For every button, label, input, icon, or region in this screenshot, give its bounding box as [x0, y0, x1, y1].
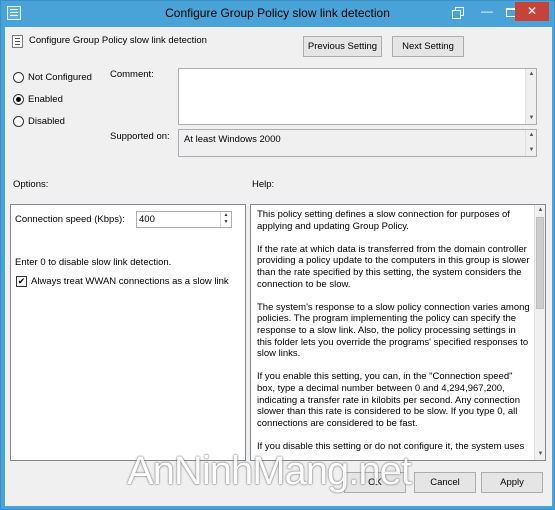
minimize-button[interactable]: — [477, 5, 497, 21]
wwan-checkbox[interactable]: ✔ [16, 276, 27, 287]
scroll-down-arrow-icon[interactable]: ▼ [535, 449, 545, 460]
help-heading: Help: [252, 179, 275, 190]
supported-scrollbar[interactable]: ▲ ▼ [525, 130, 536, 156]
scroll-down-arrow-icon[interactable]: ▼ [526, 113, 537, 124]
radio-disabled-label: Disabled [28, 116, 65, 127]
spinner-up-icon[interactable]: ▲ [221, 212, 231, 219]
policy-setting-icon [12, 35, 23, 48]
close-button[interactable]: ✕ [515, 2, 549, 21]
comment-label: Comment: [110, 69, 154, 80]
radio-enabled-label: Enabled [28, 94, 63, 105]
help-paragraph: The system's response to a slow policy c… [257, 301, 530, 360]
supported-on-value: At least Windows 2000 [184, 134, 281, 145]
help-scrollbar[interactable]: ▲ ▼ [534, 205, 545, 460]
restore-icon[interactable] [449, 5, 467, 21]
window-title: Configure Group Policy slow link detecti… [165, 6, 390, 20]
help-paragraph: This policy setting defines a slow conne… [257, 209, 510, 232]
connection-speed-label: Connection speed (Kbps): [15, 214, 125, 225]
connection-speed-spinner[interactable]: ▲ ▼ [136, 211, 232, 228]
radio-enabled-circle[interactable] [13, 94, 24, 105]
help-text: This policy setting defines a slow conne… [257, 209, 530, 460]
disable-hint-text: Enter 0 to disable slow link detection. [15, 257, 172, 268]
apply-button[interactable]: Apply [481, 472, 543, 493]
help-paragraph: If you enable this setting, you can, in … [257, 371, 520, 429]
watermark-text: AnNinhMang.net [127, 449, 412, 493]
help-scroll-thumb[interactable] [536, 217, 544, 309]
help-panel: This policy setting defines a slow conne… [250, 204, 546, 461]
spinner-down-icon[interactable]: ▼ [221, 219, 231, 226]
options-panel: Connection speed (Kbps): ▲ ▼ Enter 0 to … [10, 204, 246, 461]
policy-title: Configure Group Policy slow link detecti… [29, 35, 207, 46]
supported-on-label: Supported on: [110, 131, 170, 142]
supported-on-field: At least Windows 2000 ▲ ▼ [178, 129, 537, 157]
wwan-checkbox-label[interactable]: Always treat WWAN connections as a slow … [31, 276, 229, 287]
comment-textarea[interactable]: ▲ ▼ [178, 68, 537, 125]
scroll-down-arrow-icon[interactable]: ▼ [526, 145, 537, 156]
title-bar[interactable]: Configure Group Policy slow link detecti… [1, 1, 554, 27]
connection-speed-input[interactable] [137, 212, 219, 227]
dialog-body: Configure Group Policy slow link detecti… [5, 27, 552, 506]
radio-not-configured[interactable]: Not Configured [13, 72, 92, 83]
spinner-buttons[interactable]: ▲ ▼ [220, 212, 231, 227]
options-heading: Options: [13, 179, 49, 190]
scroll-up-arrow-icon[interactable]: ▲ [526, 130, 537, 141]
radio-not-configured-label: Not Configured [28, 72, 92, 83]
next-setting-button[interactable]: Next Setting [392, 36, 464, 57]
dialog-window: Configure Group Policy slow link detecti… [0, 0, 555, 510]
previous-setting-button[interactable]: Previous Setting [303, 36, 382, 57]
help-paragraph: If the rate at which data is transferred… [257, 243, 530, 290]
comment-scrollbar[interactable]: ▲ ▼ [525, 69, 536, 124]
radio-enabled[interactable]: Enabled [13, 94, 63, 105]
radio-disabled[interactable]: Disabled [13, 116, 65, 127]
scroll-up-arrow-icon[interactable]: ▲ [526, 69, 537, 80]
radio-disabled-circle[interactable] [13, 116, 24, 127]
radio-not-configured-circle[interactable] [13, 72, 24, 83]
scroll-up-arrow-icon[interactable]: ▲ [535, 205, 545, 216]
